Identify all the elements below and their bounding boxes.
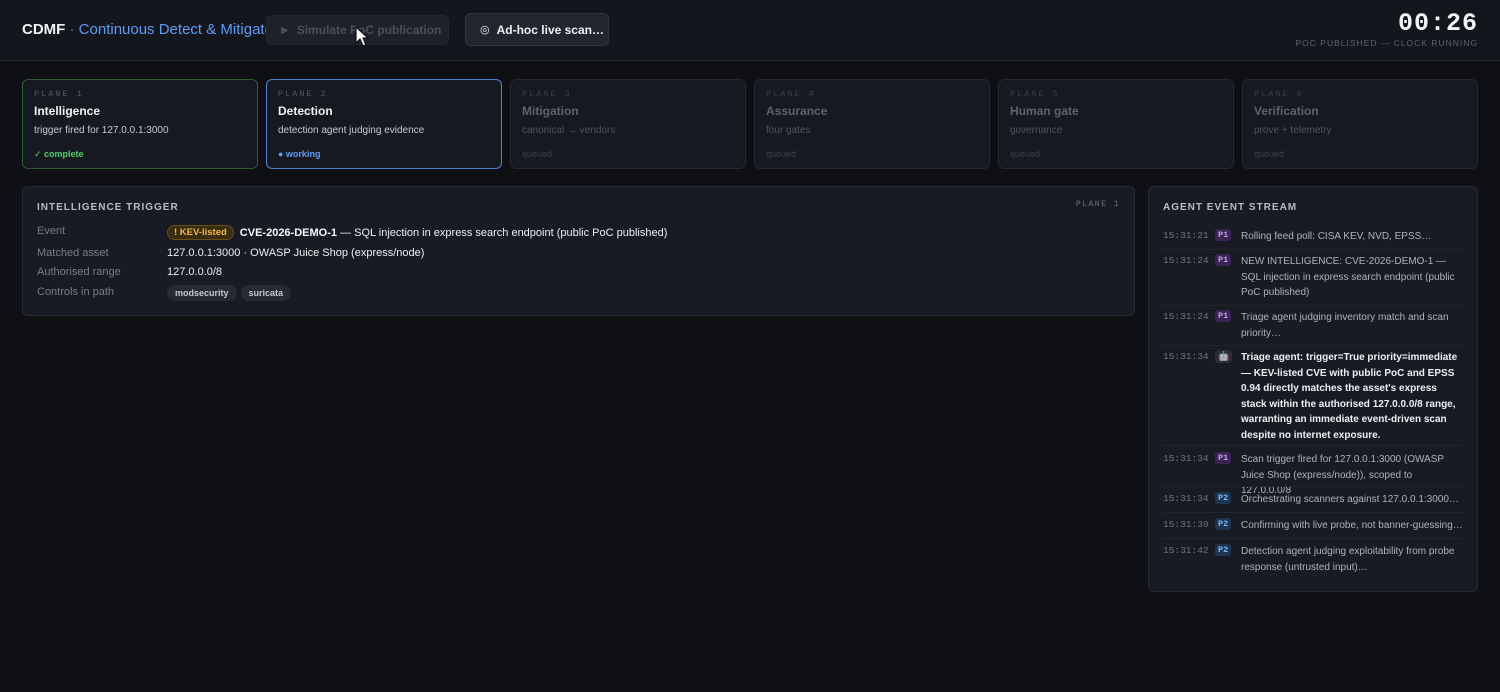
plane-badge: P1	[1215, 254, 1232, 266]
plane-card-mitigation[interactable]: PLANE 3 Mitigation canonical → vendors q…	[510, 79, 746, 169]
asset-value: 127.0.0.1:3000 · OWASP Juice Shop (expre…	[167, 247, 425, 259]
event-text: Confirming with live probe, not banner-g…	[1241, 520, 1463, 531]
range-value: 127.0.0.0/8	[167, 266, 223, 278]
plane-status: queued	[766, 149, 797, 159]
divider	[1163, 445, 1463, 446]
plane-card-detection[interactable]: PLANE 2 Detection detection agent judgin…	[266, 79, 502, 169]
event-text: Rolling feed poll: CISA KEV, NVD, EPSS…	[1241, 231, 1432, 242]
event-time: 15:31:42	[1163, 545, 1209, 556]
plane-card-assurance[interactable]: PLANE 4 Assurance four gates queued	[754, 79, 990, 169]
event-time: 15:31:34	[1163, 453, 1209, 464]
event-value: ! KEV-listed CVE-2026-DEMO-1 — SQL inject…	[167, 225, 667, 240]
plane-title: Mitigation	[522, 104, 579, 118]
plane-badge: P2	[1215, 544, 1232, 556]
plane-description: trigger fired for 127.0.0.1:3000	[34, 125, 169, 136]
plane-card-human-gate[interactable]: PLANE 5 Human gate governance queued	[998, 79, 1234, 169]
event-time: 15:31:39	[1163, 519, 1209, 530]
plane-badge: P2	[1215, 492, 1232, 504]
plane-badge: P2	[1215, 518, 1232, 530]
plane-status: queued	[522, 149, 553, 159]
brand-long: Continuous Detect & Mitigate	[78, 21, 273, 38]
plane-title: Intelligence	[34, 104, 101, 118]
brand-separator: ·	[65, 21, 79, 38]
plane-status: queued	[1254, 149, 1285, 159]
divider	[1163, 538, 1463, 539]
control-chip: suricata	[240, 285, 292, 301]
event-text: Orchestrating scanners against 127.0.0.1…	[1241, 494, 1459, 505]
plane-status: ● working	[278, 149, 321, 159]
range-label: Authorised range	[37, 266, 121, 278]
plane-number: PLANE 2	[278, 89, 328, 99]
plane-badge: P1	[1215, 310, 1232, 322]
plane-card-intelligence[interactable]: PLANE 1 Intelligence trigger fired for 1…	[22, 79, 258, 169]
clock-time: 00:26	[1397, 9, 1478, 38]
event-time: 15:31:24	[1163, 255, 1209, 266]
kev-badge: ! KEV-listed	[167, 225, 234, 240]
agent-event-stream[interactable]: AGENT EVENT STREAM 15:31:21 P1 Rolling f…	[1148, 186, 1478, 592]
plane-description: detection agent judging evidence	[278, 125, 425, 136]
plane-status: ✓ complete	[34, 149, 84, 159]
adhoc-scan-label: Ad-hoc live scan…	[496, 22, 604, 37]
plane-description: governance	[1010, 125, 1063, 136]
controls-list: modsecurity suricata	[167, 285, 295, 301]
event-time: 15:31:34	[1163, 351, 1209, 362]
divider	[1163, 305, 1463, 306]
plane-title: Verification	[1254, 104, 1319, 118]
mouse-pointer-icon	[355, 26, 370, 47]
plane-badge: P1	[1215, 229, 1232, 241]
plane-description: canonical → vendors	[522, 125, 616, 136]
plane-number: PLANE 6	[1254, 89, 1304, 99]
divider	[1163, 249, 1463, 250]
plane-card-verification[interactable]: PLANE 6 Verification prove + telemetry q…	[1242, 79, 1478, 169]
intelligence-trigger-panel: INTELLIGENCE TRIGGER PLANE 1 Event ! KEV…	[22, 186, 1135, 316]
divider	[1163, 486, 1463, 487]
robot-icon: 🤖	[1215, 350, 1233, 363]
plane-status: queued	[1010, 149, 1041, 159]
event-text: Detection agent judging exploitability f…	[1241, 546, 1455, 573]
cve-id: CVE-2026-DEMO-1	[239, 227, 337, 239]
stream-title: AGENT EVENT STREAM	[1163, 202, 1298, 213]
plane-title: Detection	[278, 104, 333, 118]
plane-description: prove + telemetry	[1254, 125, 1332, 136]
adhoc-scan-button[interactable]: ◎ Ad-hoc live scan…	[465, 13, 609, 46]
plane-number: PLANE 4	[766, 89, 816, 99]
plane-number: PLANE 3	[522, 89, 572, 99]
radar-icon: ◎	[480, 24, 490, 36]
event-time: 15:31:24	[1163, 311, 1209, 322]
event-time: 15:31:21	[1163, 230, 1209, 241]
brand-short: CDMF	[22, 21, 66, 38]
event-label: Event	[37, 225, 66, 237]
plane-title: Assurance	[766, 104, 828, 118]
plane-description: four gates	[766, 125, 811, 136]
top-bar: CDMF · Continuous Detect & Mitigate ▶ Si…	[0, 0, 1500, 61]
event-description: — SQL injection in express search endpoi…	[337, 227, 668, 239]
divider	[1163, 345, 1463, 346]
plane-number: PLANE 1	[34, 89, 84, 99]
panel-plane-tag: PLANE 1	[1075, 200, 1120, 209]
event-text: NEW INTELLIGENCE: CVE-2026-DEMO-1 — SQL …	[1241, 256, 1455, 298]
divider	[1163, 512, 1463, 513]
poc-clock: 00:26 POC PUBLISHED — CLOCK RUNNING	[1296, 10, 1479, 48]
plane-number: PLANE 5	[1010, 89, 1060, 99]
asset-label: Matched asset	[37, 247, 109, 259]
event-text: Triage agent: trigger=True priority=imme…	[1241, 352, 1458, 441]
panel-title: INTELLIGENCE TRIGGER	[37, 202, 179, 213]
plane-title: Human gate	[1010, 104, 1079, 118]
control-chip: modsecurity	[167, 285, 237, 301]
app-title: CDMF · Continuous Detect & Mitigate	[22, 21, 273, 38]
clock-status: POC PUBLISHED — CLOCK RUNNING	[1295, 38, 1478, 48]
controls-label: Controls in path	[37, 286, 115, 298]
play-icon: ▶	[281, 24, 289, 36]
event-text: Triage agent judging inventory match and…	[1241, 312, 1449, 339]
plane-badge: P1	[1215, 452, 1232, 464]
event-time: 15:31:34	[1163, 493, 1209, 504]
